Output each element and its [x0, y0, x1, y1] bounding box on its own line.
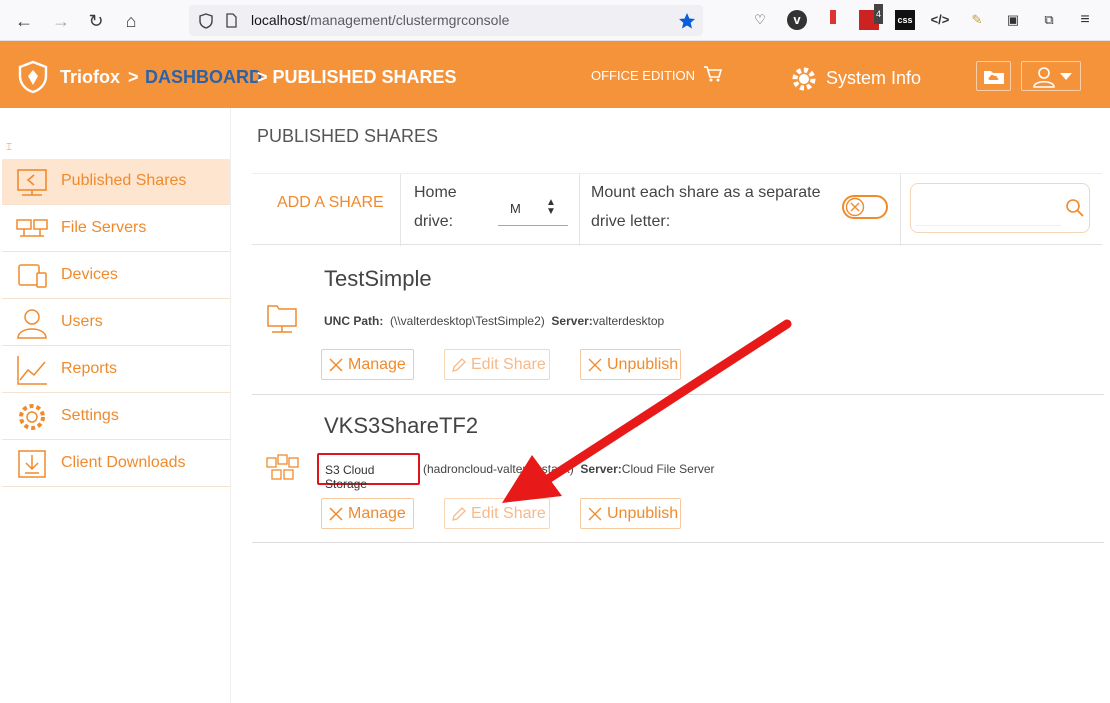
shield-icon [199, 13, 213, 29]
vivaldi-icon[interactable]: v [787, 10, 807, 30]
extension-icon[interactable] [823, 10, 843, 30]
screenshot-icon[interactable]: ▣ [1003, 10, 1023, 30]
home-drive-select[interactable]: M ▲ ▼ [498, 196, 568, 226]
tools-icon [329, 358, 343, 372]
sidebar-item-label: Reports [61, 360, 118, 377]
url-bar[interactable]: localhost/management/clustermgrconsole [189, 5, 703, 36]
toggle-off-icon [845, 197, 865, 217]
mount-label-2: drive letter: [591, 213, 671, 230]
code-icon[interactable]: </> [930, 10, 950, 30]
mount-toggle[interactable] [842, 195, 888, 219]
storage-type-highlight: S3 Cloud Storage [317, 453, 420, 491]
sidebar-item-label: Published Shares [61, 172, 187, 189]
search-box [910, 183, 1090, 233]
sidebar-item-label: Client Downloads [61, 454, 186, 471]
reports-icon [17, 356, 47, 385]
reload-icon[interactable]: ↻ [85, 10, 107, 32]
extensions-icon[interactable]: ⧉ [1039, 10, 1059, 30]
brand-name: Triofox [60, 67, 121, 87]
tools-icon [329, 507, 343, 521]
cart-icon[interactable] [703, 65, 723, 83]
manage-button[interactable]: Manage [321, 349, 414, 380]
app-header: Triofox > DASHBOARD > PUBLISHED SHARES O… [0, 41, 1110, 108]
edit-share-button[interactable]: Edit Share [444, 498, 550, 529]
unpublish-button[interactable]: Unpublish [580, 498, 681, 529]
user-menu-button[interactable] [1021, 61, 1081, 91]
search-icon[interactable] [1065, 198, 1085, 218]
browser-toolbar: ← → ↻ ⌂ localhost/management/clustermgrc… [0, 0, 1110, 41]
folder-cloud-icon [984, 71, 1004, 84]
folder-cloud-button[interactable] [976, 61, 1011, 91]
collapse-icon[interactable]: ⌶ [6, 142, 12, 153]
sidebar: ⌶ Published Shares File Servers Devices … [0, 108, 231, 703]
sidebar-item-label: File Servers [61, 219, 147, 236]
css-extension-icon[interactable]: css [895, 10, 915, 30]
back-icon[interactable]: ← [13, 10, 35, 32]
breadcrumb-separator: > [128, 67, 139, 87]
menu-icon[interactable]: ≡ [1075, 10, 1095, 30]
sidebar-item-users[interactable]: Users [2, 300, 230, 346]
add-share-button[interactable]: ADD A SHARE [277, 194, 384, 212]
manage-button[interactable]: Manage [321, 498, 414, 529]
share-row: TestSimple UNC Path: (\\valterdesktop\Te… [252, 246, 1104, 395]
divider [400, 174, 401, 246]
sidebar-item-devices[interactable]: Devices [2, 253, 230, 299]
edition-label: OFFICE EDITION [591, 68, 695, 83]
sidebar-item-client-downloads[interactable]: Client Downloads [2, 441, 230, 487]
unpublish-button[interactable]: Unpublish [580, 349, 681, 380]
extension-badge-icon[interactable]: 4 [859, 4, 883, 30]
close-icon [588, 507, 602, 521]
sidebar-item-settings[interactable]: Settings [2, 394, 230, 440]
pencil-icon [452, 507, 466, 521]
mount-label: Mount each share as a separate [591, 184, 821, 201]
devices-icon [18, 264, 47, 288]
breadcrumb-current: > PUBLISHED SHARES [257, 67, 457, 87]
sidebar-item-label: Users [61, 313, 103, 330]
gear-icon[interactable] [789, 64, 819, 94]
home-drive-label-2: drive: [414, 213, 454, 230]
home-drive-label: Home [414, 184, 457, 201]
divider [900, 174, 901, 246]
home-drive-value: M [510, 201, 521, 216]
search-input[interactable] [915, 190, 1061, 226]
share-details: (hadroncloud-valterlocstack) Server:Clou… [423, 462, 715, 476]
sidebar-item-label: Devices [61, 266, 118, 283]
user-icon [1033, 67, 1055, 88]
file-servers-icon [16, 219, 48, 237]
storage-type-label: S3 Cloud Storage [325, 463, 375, 491]
sidebar-item-published-shares[interactable]: Published Shares [2, 159, 230, 205]
folder-network-icon [267, 305, 297, 333]
share-details: UNC Path: (\\valterdesktop\TestSimple2) … [324, 314, 665, 328]
system-info-link[interactable]: System Info [826, 68, 921, 89]
home-icon[interactable]: ⌂ [120, 10, 142, 32]
share-name: VKS3ShareTF2 [324, 413, 479, 438]
close-icon [588, 358, 602, 372]
breadcrumb-dashboard[interactable]: DASHBOARD [145, 67, 262, 88]
edit-share-button[interactable]: Edit Share [444, 349, 550, 380]
page-icon [226, 13, 237, 28]
forward-icon[interactable]: → [50, 10, 72, 32]
share-toolbar: ADD A SHARE Home drive: M ▲ ▼ Mount each … [252, 173, 1102, 246]
caret-down-icon [1060, 73, 1072, 80]
sidebar-item-file-servers[interactable]: File Servers [2, 206, 230, 252]
sidebar-item-reports[interactable]: Reports [2, 347, 230, 393]
url-text: localhost/management/clustermgrconsole [251, 12, 510, 28]
triofox-logo-icon [18, 60, 48, 94]
settings-icon [19, 404, 45, 430]
published-shares-icon [17, 169, 47, 196]
pen-icon[interactable]: ✎ [967, 10, 987, 30]
share-name: TestSimple [324, 266, 432, 291]
pencil-icon [452, 358, 466, 372]
divider [579, 174, 580, 246]
sidebar-item-label: Settings [61, 407, 119, 424]
select-arrows-icon: ▲ ▼ [546, 197, 556, 217]
users-icon [17, 309, 47, 339]
bookmark-star-icon[interactable] [678, 12, 696, 30]
cloud-storage-cubes-icon [266, 454, 299, 480]
pocket-icon[interactable]: ♡ [750, 10, 770, 30]
client-downloads-icon [18, 450, 46, 478]
page-title: PUBLISHED SHARES [257, 126, 439, 146]
